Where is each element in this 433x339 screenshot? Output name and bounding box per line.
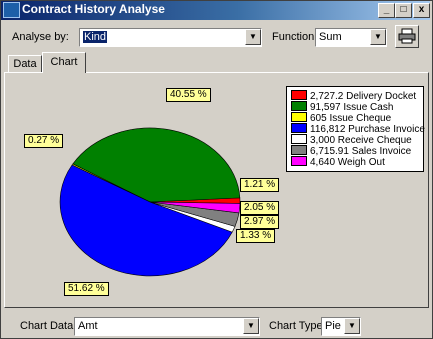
chart-data-value: Amt xyxy=(78,320,98,332)
legend-entry: 2,727.2 Delivery Docket xyxy=(291,90,416,102)
chart-data-label: Chart Data: xyxy=(20,320,77,332)
chart-type-value: Pie xyxy=(325,320,341,332)
percent-label-weigh-out: 2.05 % xyxy=(240,201,280,215)
legend-swatch xyxy=(291,101,307,111)
legend-entry: 4,640 Weigh Out xyxy=(291,156,385,168)
percent-label-delivery-docket: 1.21 % xyxy=(240,178,280,192)
chart-type-select[interactable]: Pie ▼ xyxy=(321,317,361,336)
chart-data-select[interactable]: Amt ▼ xyxy=(74,317,260,336)
tab-chart[interactable]: Chart xyxy=(42,52,86,73)
chart-legend: 2,727.2 Delivery Docket 91,597 Issue Cas… xyxy=(286,86,425,172)
chevron-down-icon[interactable]: ▼ xyxy=(243,318,259,334)
legend-text: 4,640 Weigh Out xyxy=(310,157,385,168)
legend-entry: 116,812 Purchase Invoice xyxy=(291,123,425,135)
percent-label-purchase-invoice: 51.62 % xyxy=(64,282,109,296)
percent-label-sales-invoice: 2.97 % xyxy=(240,215,280,229)
chevron-down-icon[interactable]: ▼ xyxy=(344,318,360,334)
legend-entry: 605 Issue Cheque xyxy=(291,112,391,124)
chart-type-label: Chart Type: xyxy=(269,320,326,332)
legend-swatch xyxy=(291,145,307,155)
legend-swatch xyxy=(291,112,307,122)
legend-swatch xyxy=(291,90,307,100)
legend-swatch xyxy=(291,123,307,133)
legend-swatch xyxy=(291,134,307,144)
percent-label-issue-cash: 40.55 % xyxy=(166,88,211,102)
legend-swatch xyxy=(291,156,307,166)
legend-entry: 3,000 Receive Cheque xyxy=(291,134,412,146)
percent-label-issue-cheque: 0.27 % xyxy=(24,134,64,148)
legend-entry: 6,715.91 Sales Invoice xyxy=(291,145,411,157)
legend-entry: 91,597 Issue Cash xyxy=(291,101,393,113)
percent-label-receive-cheque: 1.33 % xyxy=(236,229,276,243)
